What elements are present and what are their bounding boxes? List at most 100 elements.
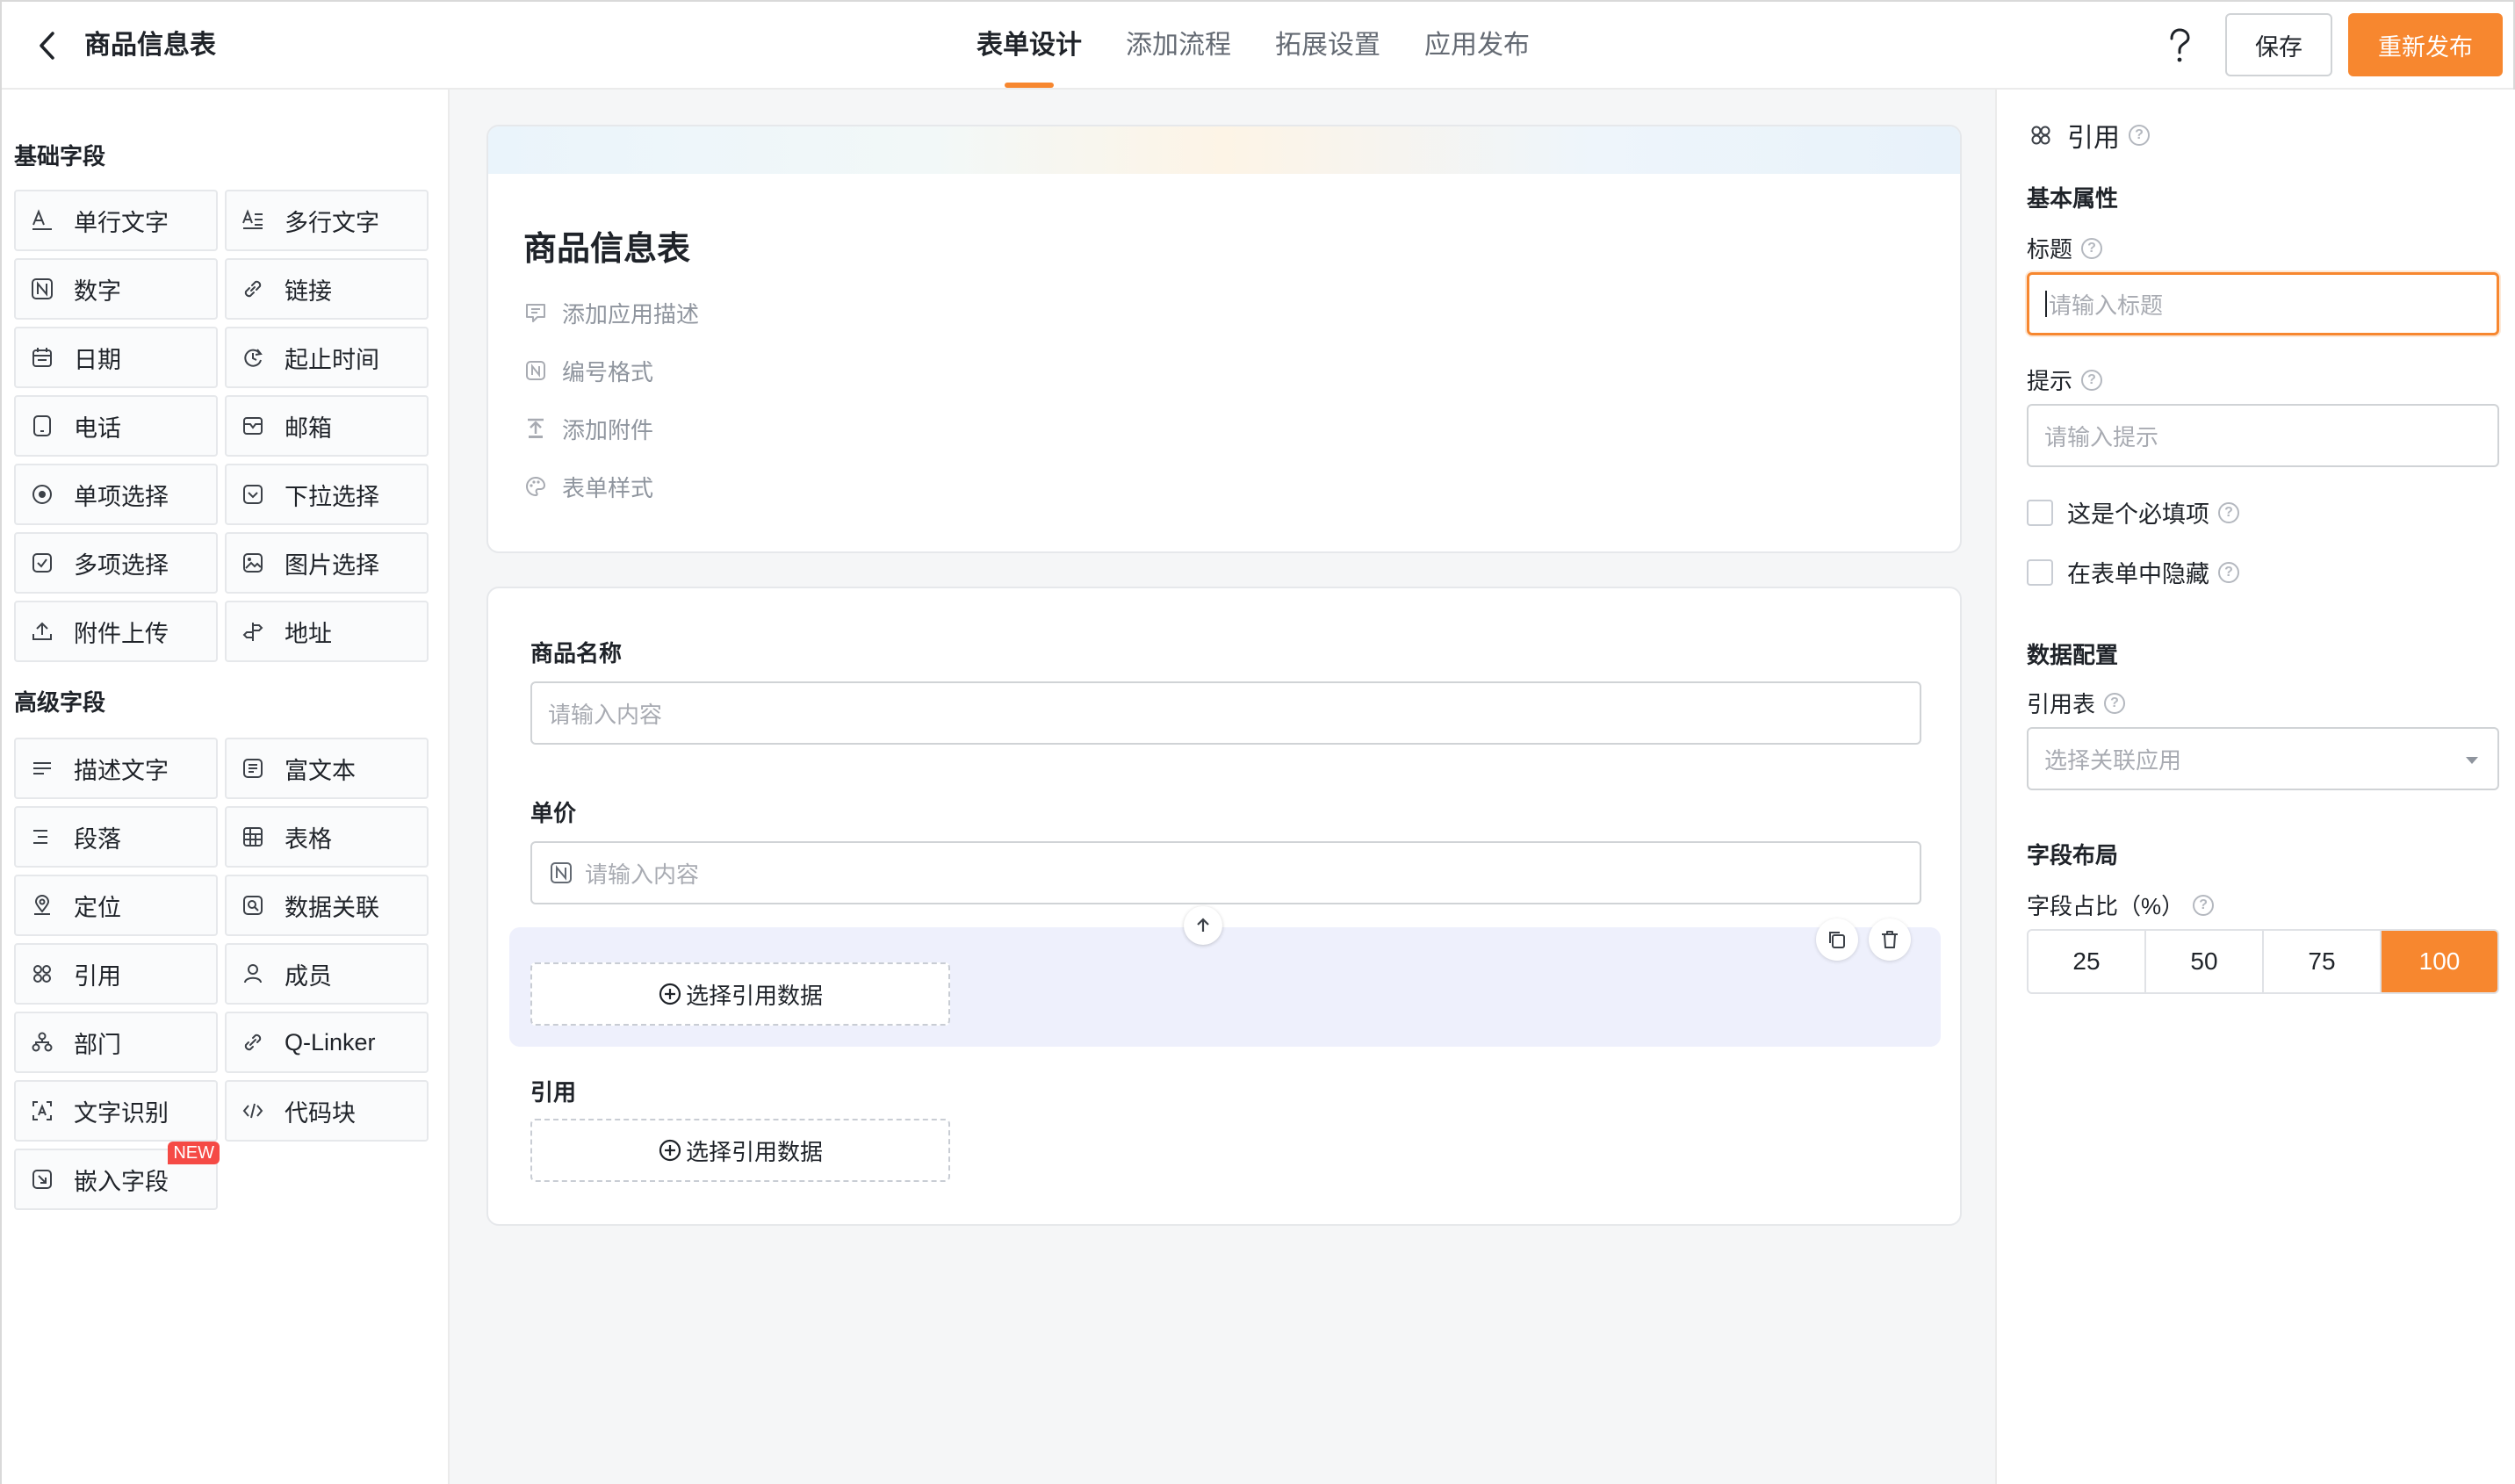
field-layout-title: 字段布局	[2027, 842, 2119, 868]
delete-field-button[interactable]	[1869, 918, 1911, 961]
field-multi-select[interactable]: 多项选择	[14, 532, 218, 594]
reference-icon	[30, 962, 54, 986]
ratio-option-100[interactable]: 100	[2382, 931, 2497, 992]
form-designer-app: 商品信息表 表单设计 添加流程 拓展设置 应用发布 保存 重新发布 基础字段 单…	[0, 0, 2515, 1484]
app-title: 商品信息表	[84, 31, 216, 60]
help-circle-icon[interactable]: ?	[2081, 237, 2103, 259]
field-single-line-text[interactable]: 单行文字	[14, 190, 218, 251]
tab-form-design[interactable]: 表单设计	[976, 2, 1082, 90]
tab-add-process[interactable]: 添加流程	[1126, 2, 1231, 90]
ratio-option-75[interactable]: 75	[2264, 931, 2382, 992]
select-reference-data-button-selected[interactable]: 选择引用数据	[530, 962, 950, 1026]
form-fields-card: 商品名称 请输入内容 单价 请输入内容 选择引用数据 引用 选择引用数据	[486, 587, 1962, 1226]
title-input[interactable]: 请输入标题	[2027, 272, 2499, 335]
field-attachment-upload[interactable]: 附件上传	[14, 601, 218, 662]
save-button[interactable]: 保存	[2225, 13, 2332, 76]
rich-text-icon	[241, 756, 265, 781]
field-location[interactable]: 定位	[14, 875, 218, 936]
upload-icon	[523, 416, 548, 441]
tab-app-publish[interactable]: 应用发布	[1424, 2, 1530, 90]
field-ratio-label: 字段占比（%） ?	[2027, 889, 2215, 921]
code-icon	[241, 1099, 265, 1123]
upload-icon	[30, 619, 54, 644]
copy-field-button[interactable]	[1816, 918, 1858, 961]
properties-panel: 引用 ? 基本属性 标题 ? 请输入标题 提示 ? 请输入提示 这是个必填项 ?…	[1995, 90, 2515, 1484]
field-member[interactable]: 成员	[225, 943, 429, 1005]
product-name-input[interactable]: 请输入内容	[530, 681, 1921, 745]
checkbox-box[interactable]	[2027, 499, 2053, 526]
plus-circle-icon	[659, 983, 681, 1005]
help-circle-icon[interactable]: ?	[2104, 692, 2126, 714]
basic-fields-title: 基础字段	[14, 143, 106, 169]
ratio-option-25[interactable]: 25	[2029, 931, 2146, 992]
form-header-card[interactable]: 商品信息表 添加应用描述 编号格式 添加附件 表单样式	[486, 125, 1962, 553]
field-mail[interactable]: 邮箱	[225, 395, 429, 457]
field-link[interactable]: 链接	[225, 258, 429, 320]
checkbox-box[interactable]	[2027, 558, 2053, 586]
help-circle-icon[interactable]: ?	[2218, 561, 2239, 583]
hint-input[interactable]: 请输入提示	[2027, 404, 2499, 467]
field-single-select[interactable]: 单项选择	[14, 464, 218, 525]
select-reference-data-button[interactable]: 选择引用数据	[530, 1119, 950, 1182]
selected-reference-field[interactable]: 选择引用数据	[509, 918, 1941, 1047]
required-checkbox[interactable]: 这是个必填项 ?	[2027, 495, 2239, 529]
plus-circle-icon	[659, 1139, 681, 1162]
phone-icon	[30, 414, 54, 438]
new-badge: NEW	[168, 1142, 220, 1164]
comment-icon	[523, 300, 548, 325]
caret-down-icon	[2466, 757, 2478, 764]
add-attachment-link[interactable]: 添加附件	[523, 411, 653, 446]
republish-button[interactable]: 重新发布	[2348, 13, 2503, 76]
location-icon	[30, 893, 54, 918]
field-department[interactable]: 部门	[14, 1012, 218, 1073]
multi-line-text-icon	[241, 208, 265, 233]
help-circle-icon[interactable]: ?	[2193, 894, 2215, 916]
field-rich-text[interactable]: 富文本	[225, 738, 429, 799]
field-address[interactable]: 地址	[225, 601, 429, 662]
reference-table-select[interactable]: 选择关联应用	[2027, 727, 2499, 790]
number-format-icon	[523, 358, 548, 383]
embed-icon	[30, 1167, 54, 1192]
field-multi-line-text[interactable]: 多行文字	[225, 190, 429, 251]
ratio-option-50[interactable]: 50	[2146, 931, 2264, 992]
field-image-select[interactable]: 图片选择	[225, 532, 429, 594]
form-title[interactable]: 商品信息表	[523, 221, 690, 270]
field-number[interactable]: 数字	[14, 258, 218, 320]
checkbox-icon	[30, 551, 54, 575]
field-dropdown[interactable]: 下拉选择	[225, 464, 429, 525]
unit-price-input[interactable]: 请输入内容	[530, 841, 1921, 904]
hidden-in-form-checkbox[interactable]: 在表单中隐藏 ?	[2027, 555, 2239, 589]
field-phone[interactable]: 电话	[14, 395, 218, 457]
form-style-link[interactable]: 表单样式	[523, 469, 653, 504]
move-up-button[interactable]	[1184, 906, 1222, 945]
field-description-text[interactable]: 描述文字	[14, 738, 218, 799]
field-paragraph[interactable]: 段落	[14, 806, 218, 868]
copy-icon	[1829, 932, 1845, 948]
tab-extension-settings[interactable]: 拓展设置	[1275, 2, 1380, 90]
back-button[interactable]	[28, 26, 67, 65]
number-icon	[550, 861, 573, 884]
help-circle-icon[interactable]: ?	[2218, 501, 2239, 523]
field-date[interactable]: 日期	[14, 327, 218, 388]
table-icon	[241, 825, 265, 849]
top-header: 商品信息表 表单设计 添加流程 拓展设置 应用发布 保存 重新发布	[2, 2, 2513, 90]
field-library-panel: 基础字段 单行文字 多行文字 数字 链接 日期 起止时间 电话 邮箱 单项选择 …	[2, 90, 450, 1484]
help-circle-icon[interactable]: ?	[2081, 369, 2103, 391]
field-embed[interactable]: 嵌入字段 NEW	[14, 1142, 220, 1210]
help-button[interactable]	[2158, 25, 2201, 67]
image-icon	[241, 551, 265, 575]
field-code-block[interactable]: 代码块	[225, 1080, 429, 1142]
description-icon	[30, 756, 54, 781]
help-circle-icon[interactable]: ?	[2129, 125, 2150, 146]
field-time-range[interactable]: 起止时间	[225, 327, 429, 388]
form-canvas: 商品信息表 添加应用描述 编号格式 添加附件 表单样式 商品名称 请输入内容 单…	[450, 90, 1995, 1484]
field-q-linker[interactable]: Q-Linker	[225, 1012, 429, 1073]
field-data-association[interactable]: 数据关联	[225, 875, 429, 936]
field-text-recognition[interactable]: 文字识别	[14, 1080, 218, 1142]
number-format-link[interactable]: 编号格式	[523, 353, 653, 388]
field-reference[interactable]: 引用	[14, 943, 218, 1005]
field-table[interactable]: 表格	[225, 806, 429, 868]
add-description-link[interactable]: 添加应用描述	[523, 295, 699, 330]
palette-icon	[523, 474, 548, 499]
radio-icon	[30, 482, 54, 507]
